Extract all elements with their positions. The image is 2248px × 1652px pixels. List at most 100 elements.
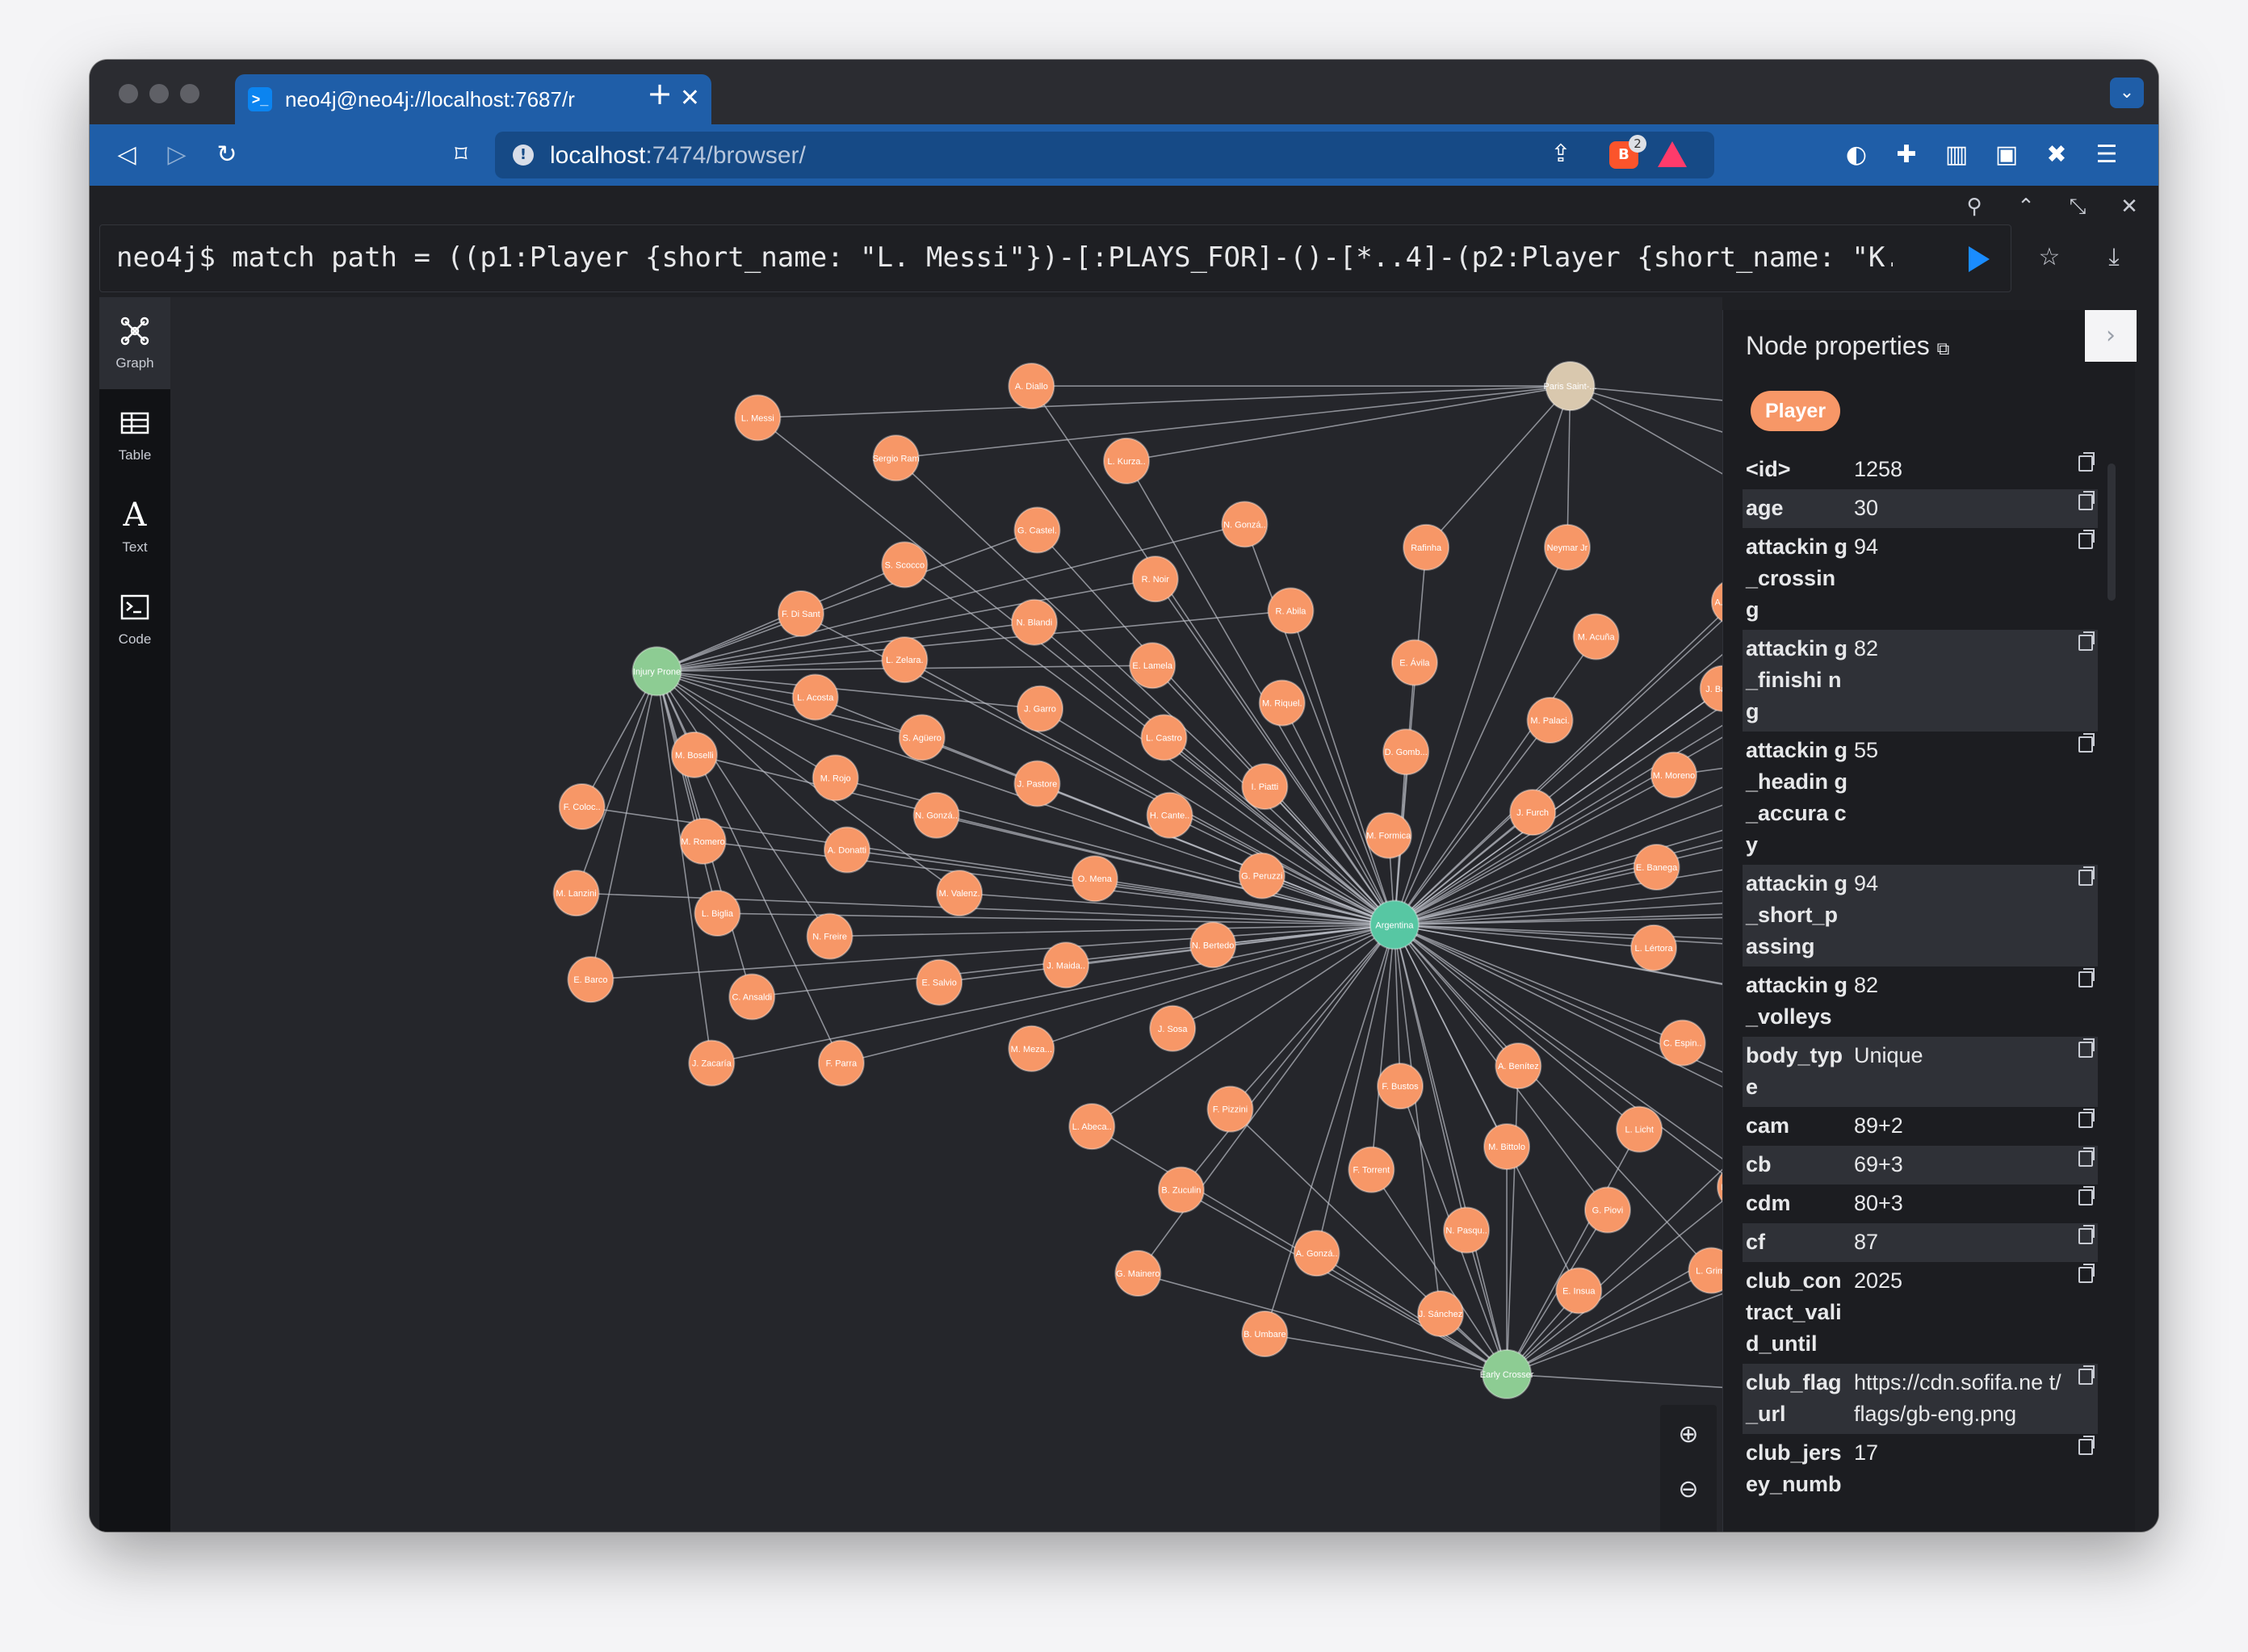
player-node[interactable]: F. Torrent: [1348, 1146, 1395, 1193]
player-node[interactable]: H. Cante..: [1146, 791, 1193, 839]
trait-node[interactable]: Injury Prone: [631, 646, 682, 697]
player-node[interactable]: J. Sosa: [1149, 1004, 1197, 1052]
player-node[interactable]: F. Di Sant: [777, 589, 824, 637]
player-node[interactable]: M. Formica: [1365, 811, 1412, 859]
player-node[interactable]: N. Gonzá..: [1221, 501, 1269, 548]
copy-icon[interactable]: [2078, 530, 2095, 549]
brave-rewards-icon[interactable]: [1658, 141, 1687, 167]
player-node[interactable]: F. Parra: [817, 1039, 865, 1087]
zoom-in-icon[interactable]: ⊕: [1673, 1419, 1704, 1450]
player-node[interactable]: B. Umbare: [1241, 1310, 1289, 1357]
player-node[interactable]: M. Romero: [679, 817, 727, 865]
copy-icon[interactable]: [2078, 1225, 2095, 1244]
player-node[interactable]: A. Diallo: [1008, 363, 1055, 410]
reload-icon[interactable]: ↻: [211, 139, 243, 171]
node-label-chip[interactable]: Player: [1751, 391, 1841, 431]
nationality-node[interactable]: Argentina: [1369, 899, 1420, 950]
collapse-frame-icon[interactable]: ⌃: [2011, 192, 2040, 221]
player-node[interactable]: N. Freire: [806, 912, 853, 960]
player-node[interactable]: M. Lanzini: [552, 870, 600, 917]
player-node[interactable]: L. Kurza..: [1103, 437, 1151, 484]
query-text[interactable]: neo4j$ match path = ((p1:Player {short_n…: [116, 241, 1893, 274]
copy-icon[interactable]: [2078, 1038, 2095, 1058]
player-node[interactable]: J. Pastore: [1013, 760, 1061, 807]
player-node[interactable]: O. Mena: [1071, 855, 1118, 903]
player-node[interactable]: E. Barco: [567, 956, 614, 1004]
player-node[interactable]: J. Garro: [1017, 685, 1064, 732]
player-node[interactable]: F. Bustos: [1377, 1063, 1424, 1110]
player-node[interactable]: J. Zacaría: [688, 1039, 736, 1087]
extension-app-icon[interactable]: ✖: [2040, 139, 2073, 171]
player-node[interactable]: J. Furch: [1509, 789, 1557, 836]
player-node[interactable]: E. Ávila: [1390, 639, 1438, 686]
player-node[interactable]: N. Bertedo: [1189, 921, 1237, 969]
copy-icon[interactable]: [2078, 1147, 2095, 1167]
properties-scrollbar[interactable]: [2108, 463, 2116, 601]
player-node[interactable]: J. Bauza: [1699, 665, 1722, 712]
download-icon[interactable]: ⤓: [2094, 228, 2134, 287]
player-node[interactable]: L. Lértora: [1630, 924, 1678, 971]
wallet-icon[interactable]: ▣: [1990, 139, 2023, 171]
player-node[interactable]: M. Moreno: [1650, 751, 1698, 799]
player-node[interactable]: E. Lamela: [1129, 642, 1176, 690]
copy-icon[interactable]: [2078, 1436, 2095, 1455]
player-node[interactable]: A. Benítez: [1495, 1042, 1542, 1090]
fit-to-screen-icon[interactable]: ⛶: [1673, 1529, 1704, 1532]
zoom-out-icon[interactable]: ⊖: [1673, 1474, 1704, 1505]
player-node[interactable]: M. Palaci.: [1526, 697, 1574, 744]
menu-icon[interactable]: ☰: [2091, 139, 2123, 171]
player-node[interactable]: Rafinha: [1403, 523, 1450, 571]
player-node[interactable]: A. Gonzá..: [1293, 1230, 1340, 1277]
player-node[interactable]: B. Zuculin: [1157, 1166, 1205, 1214]
favorite-star-icon[interactable]: ☆: [2029, 228, 2070, 287]
copy-icon[interactable]: [2078, 866, 2095, 886]
player-node[interactable]: M. Boselli: [670, 731, 718, 778]
player-node[interactable]: L. Zelara.: [881, 636, 929, 684]
pin-icon[interactable]: ⚲: [1960, 192, 1989, 221]
team-node[interactable]: Paris Saint-...: [1544, 361, 1597, 412]
copy-icon[interactable]: [2078, 1186, 2095, 1205]
sidebar-icon[interactable]: ▥: [1940, 139, 1973, 171]
bookmark-icon[interactable]: ⌑: [445, 139, 477, 171]
maximize-window-button[interactable]: [180, 84, 199, 103]
player-node[interactable]: M. Valenz.: [936, 870, 984, 917]
nav-table[interactable]: Table: [99, 389, 170, 481]
player-node[interactable]: E. Banega: [1633, 843, 1680, 891]
player-node[interactable]: C. Espin..: [1659, 1019, 1706, 1067]
player-node[interactable]: A. Donatti: [823, 826, 870, 874]
player-node[interactable]: J. Sánchez: [1417, 1290, 1464, 1338]
player-node[interactable]: R. Noir: [1131, 556, 1179, 603]
query-editor[interactable]: neo4j$ match path = ((p1:Player {short_n…: [99, 224, 2011, 292]
player-node[interactable]: L. Abeca..: [1068, 1103, 1116, 1151]
player-node[interactable]: R. Abila: [1267, 587, 1315, 635]
graph-visualization[interactable]: A. Diallo L. Messi Sergio Ram L. Kurza.. I. …: [170, 297, 1722, 1532]
copy-icon[interactable]: [2078, 968, 2095, 987]
player-node[interactable]: L. Messi: [734, 394, 782, 442]
player-node[interactable]: G. Castel.: [1013, 506, 1061, 554]
url-text[interactable]: localhost:7474/browser/: [550, 142, 806, 170]
player-node[interactable]: F. Pizzini: [1206, 1085, 1254, 1133]
copy-icon[interactable]: [2078, 1109, 2095, 1128]
minimize-window-button[interactable]: [149, 84, 169, 103]
share-icon[interactable]: ⇪: [1545, 138, 1577, 170]
player-node[interactable]: L. Biglia: [694, 890, 741, 937]
forward-icon[interactable]: ▷: [161, 139, 193, 171]
close-window-button[interactable]: [119, 84, 138, 103]
fullscreen-icon[interactable]: ⤡: [2063, 192, 2092, 221]
player-node[interactable]: L. Grimi: [1688, 1247, 1722, 1294]
player-node[interactable]: F. Coloc..: [558, 783, 606, 831]
new-tab-button[interactable]: +: [639, 76, 681, 111]
player-node[interactable]: S. Agüero: [898, 714, 946, 761]
nav-graph[interactable]: Graph: [99, 297, 170, 389]
copy-icon[interactable]: ⧉: [1937, 338, 1950, 358]
player-node[interactable]: E. Insua: [1555, 1267, 1603, 1314]
extensions-icon[interactable]: ✚: [1890, 139, 1923, 171]
nav-text[interactable]: A Text: [99, 481, 170, 573]
player-node[interactable]: L. Acosta: [791, 673, 839, 721]
collapse-panel-chevron-icon[interactable]: ›: [2085, 310, 2137, 362]
player-node[interactable]: D. Gomb...: [1382, 728, 1430, 776]
site-info-icon[interactable]: !: [513, 145, 534, 166]
player-node[interactable]: J. Maida..: [1042, 941, 1090, 989]
player-node[interactable]: M. Meza...: [1008, 1025, 1055, 1072]
address-bar[interactable]: ! localhost:7474/browser/ ⇪ B 2: [495, 132, 1714, 178]
